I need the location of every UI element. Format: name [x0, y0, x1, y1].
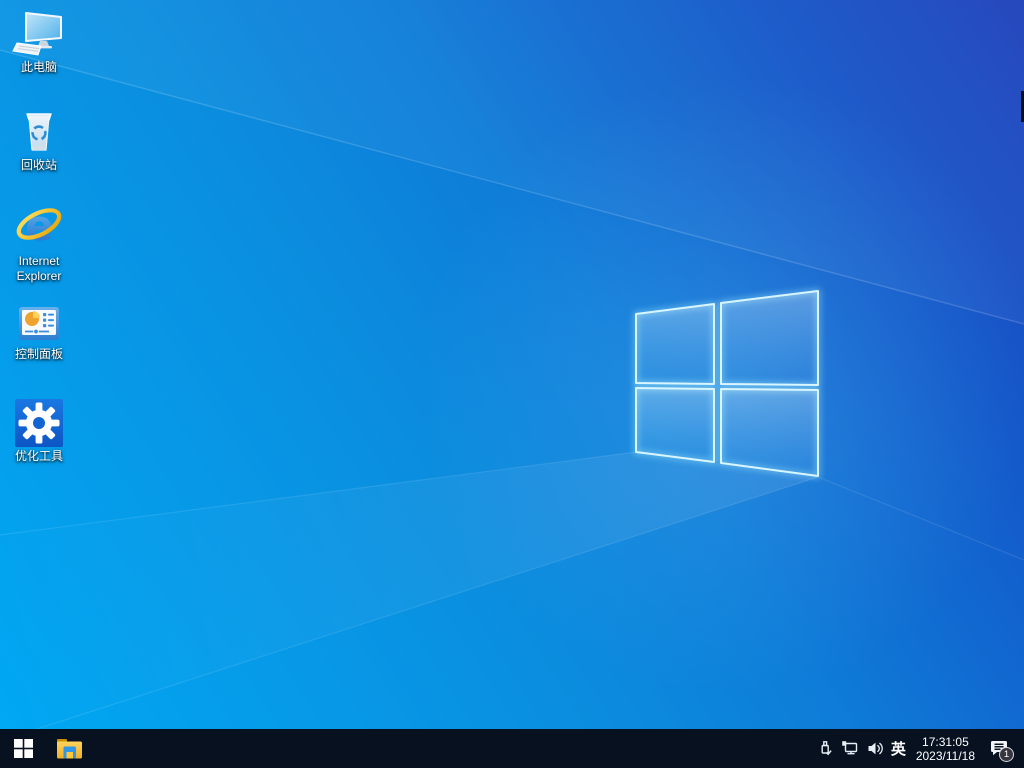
input-method-indicator[interactable]: 英 — [888, 738, 912, 759]
desktop-icon-recycle-bin[interactable]: 回收站 — [2, 106, 76, 173]
desktop-icon-this-pc[interactable]: 此电脑 — [2, 10, 76, 75]
icon-label: 控制面板 — [15, 347, 63, 362]
desktop-wallpaper — [0, 0, 1024, 768]
start-button[interactable] — [0, 729, 46, 768]
action-center-button[interactable]: 1 — [983, 729, 1017, 768]
icon-label: Internet Explorer — [3, 254, 75, 284]
windows-desktop: 此电脑 回收站 e — [0, 0, 1024, 768]
control-panel-icon — [15, 303, 63, 345]
network-tray-button[interactable] — [838, 740, 863, 757]
taskbar-clock[interactable]: 17:31:05 2023/11/18 — [912, 735, 983, 763]
volume-icon — [867, 740, 884, 757]
volume-tray-button[interactable] — [863, 740, 888, 757]
network-icon — [841, 740, 860, 757]
clock-time: 17:31:05 — [916, 735, 975, 749]
gear-icon — [15, 399, 63, 447]
clock-date: 2023/11/18 — [916, 749, 975, 763]
internet-explorer-icon: e — [12, 200, 66, 252]
file-explorer-button[interactable] — [46, 729, 92, 768]
taskbar: 英 17:31:05 2023/11/18 1 — [0, 729, 1024, 768]
recycle-bin-icon — [15, 106, 63, 156]
notification-badge: 1 — [999, 747, 1014, 762]
this-pc-icon — [12, 10, 66, 58]
usb-tray-button[interactable] — [813, 740, 838, 757]
file-explorer-icon — [56, 737, 83, 760]
desktop-icon-internet-explorer[interactable]: e Internet Explorer — [2, 200, 76, 284]
windows-start-icon — [14, 739, 33, 758]
desktop-icon-control-panel[interactable]: 控制面板 — [2, 303, 76, 362]
icon-label: 回收站 — [21, 158, 57, 173]
usb-icon — [817, 740, 834, 757]
desktop-icon-optimization-tool[interactable]: 优化工具 — [2, 399, 76, 464]
system-tray: 英 17:31:05 2023/11/18 1 — [813, 729, 1024, 768]
icon-label: 优化工具 — [15, 449, 63, 464]
icon-label: 此电脑 — [21, 60, 57, 75]
